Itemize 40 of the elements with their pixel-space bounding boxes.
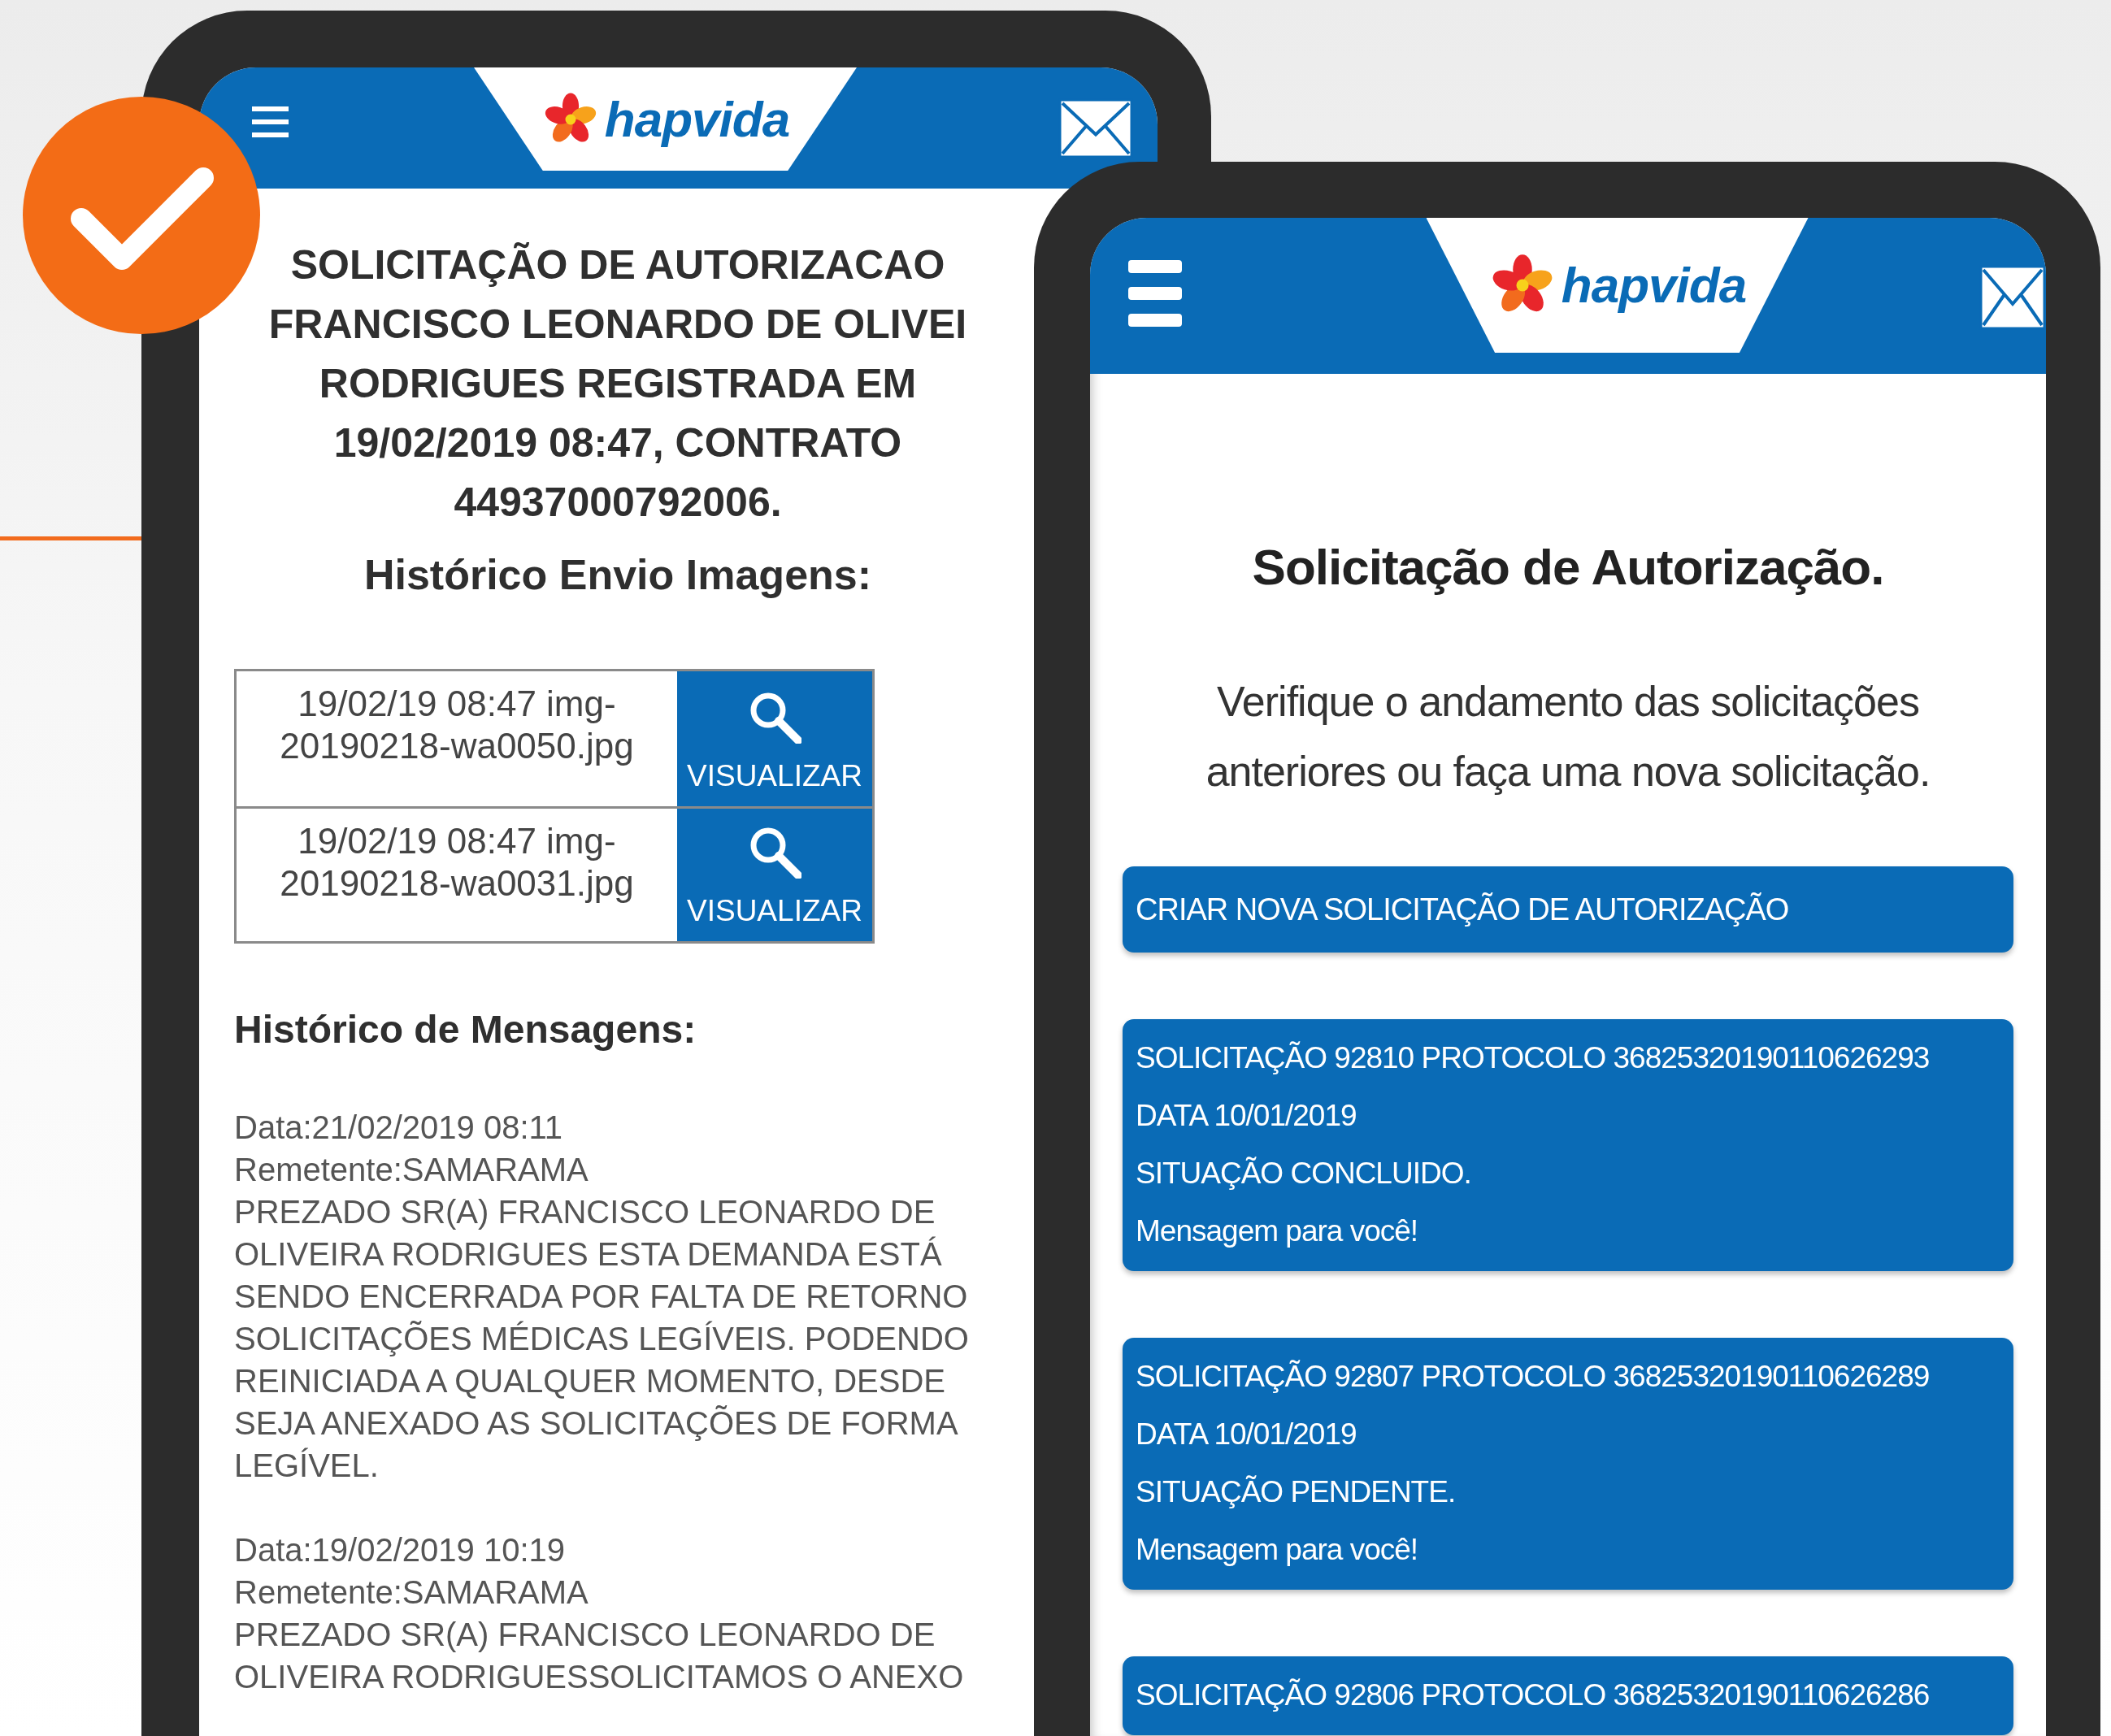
page-title: Solicitação de Autorização. [1251,538,1885,597]
new-request-button[interactable]: CRIAR NOVA SOLICITAÇÃO DE AUTORIZAÇÃO [1123,866,2013,953]
request-title: RODRIGUES REGISTRADA EM [318,360,918,408]
request-title: 19/02/2019 08:47, CONTRATO [332,419,903,467]
message-text: Remetente:SAMARAMA [234,1573,589,1612]
request-card[interactable]: SOLICITAÇÃO 92806 PROTOCOLO 36825320190110626286 [1123,1656,2013,1735]
request-title: FRANCISCO LEONARDO DE OLIVEI [267,301,968,349]
request-card[interactable]: SOLICITAÇÃO 92807 PROTOCOLO 36825320190110626289 DATA 10/01/2019 SITUAÇÃO PENDENTE. Mensagem para você! [1123,1338,2013,1590]
message-text: SOLICITAÇÕES MÉDICAS LEGÍVEIS. PODENDO [234,1320,970,1358]
view-button[interactable]: VISUALIZAR [676,671,872,806]
message-text: OLIVEIRA RODRIGUESSOLICITAMOS O ANEXO [234,1658,965,1696]
message-link[interactable]: Mensagem para você! [1136,1202,1418,1260]
section-heading: Histórico de Mensagens: [234,1007,697,1052]
section-heading: Histórico Envio Imagens: [363,550,873,599]
request-info: SOLICITAÇÃO 92810 PROTOCOLO 36825320190110626293 [1136,1040,1930,1076]
message-text: Data:19/02/2019 10:19 [234,1531,566,1569]
request-title: 44937000792006. [453,479,783,527]
message-text: SEJA ANEXADO AS SOLICITAÇÕES DE FORMA [234,1404,959,1443]
intro-text: anteriores ou faça uma nova solicitação. [1205,747,1931,796]
request-card[interactable]: SOLICITAÇÃO 92810 PROTOCOLO 36825320190110626293 DATA 10/01/2019 SITUAÇÃO CONCLUIDO. Mensagem para você! [1123,1019,2013,1271]
message-text: OLIVEIRA RODRIGUES ESTA DEMANDA ESTÁ [234,1235,943,1274]
message-text: PREZADO SR(A) FRANCISCO LEONARDO DE [234,1193,936,1231]
message-text: Data:21/02/2019 08:11 [234,1109,564,1147]
message-text: LEGÍVEL. [234,1447,380,1485]
message-text: PREZADO SR(A) FRANCISCO LEONARDO DE [234,1616,936,1654]
message-link[interactable]: Mensagem para você! [1136,1521,1418,1578]
message-text: Remetente:SAMARAMA [234,1151,589,1189]
message-text: SENDO ENCERRADA POR FALTA DE RETORNO [234,1278,969,1316]
file-cell-text: 19/02/19 08:47 img-20190218-wa0050.jpg [279,683,635,767]
request-info: SOLICITAÇÃO 92806 PROTOCOLO 36825320190110626286 [1136,1677,1930,1713]
intro-text: Verifique o andamento das solicitações [1216,677,1920,727]
request-info: SITUAÇÃO PENDENTE. [1136,1474,1456,1510]
view-button[interactable]: VISUALIZAR [676,809,872,941]
request-info: SITUAÇÃO CONCLUIDO. [1136,1156,1471,1191]
request-info: DATA 10/01/2019 [1136,1417,1357,1452]
message-text: REINICIADA A QUALQUER MOMENTO, DESDE [234,1362,946,1400]
request-info: DATA 10/01/2019 [1136,1098,1357,1134]
request-info: SOLICITAÇÃO 92807 PROTOCOLO 36825320190110626289 [1136,1359,1930,1395]
file-cell-text: 19/02/19 08:47 img-20190218-wa0031.jpg [279,820,635,905]
request-title: SOLICITAÇÃO DE AUTORIZACAO [289,241,946,289]
